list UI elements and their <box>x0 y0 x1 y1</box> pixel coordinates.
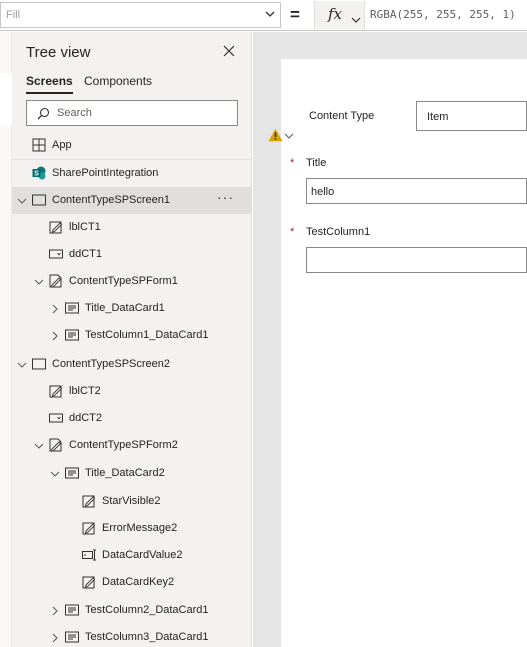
card-icon <box>65 466 79 480</box>
chevron-right-icon[interactable] <box>49 631 61 643</box>
tree-item-label: DataCardKey2 <box>102 576 175 588</box>
screen-icon <box>32 357 46 371</box>
tree-item-contenttypespscreen2[interactable]: ContentTypeSPScreen2 <box>12 351 251 378</box>
tree-item-label: Title_DataCard2 <box>85 467 165 479</box>
function-button[interactable]: fx <box>314 1 365 29</box>
app-screen[interactable] <box>281 59 527 647</box>
label-icon <box>82 575 96 589</box>
tree-item-lblct1[interactable]: lblCT1 <box>12 214 251 241</box>
tree-item-label: ddCT2 <box>69 412 103 424</box>
tree-item-datacardkey2[interactable]: DataCardKey2 <box>12 569 251 596</box>
tree-item-errormessage2[interactable]: ErrorMessage2 <box>12 515 251 542</box>
tree-item-label: lblCT2 <box>69 385 101 397</box>
tree-item-label: DataCardValue2 <box>102 549 183 561</box>
formula-input[interactable]: RGBA(255, 255, 255, 1) <box>370 8 516 21</box>
tab-screens[interactable]: Screens <box>26 74 73 94</box>
tab-components[interactable]: Components <box>84 74 152 88</box>
tree-item-ddct1[interactable]: ddCT1 <box>12 241 251 268</box>
card-icon <box>65 603 79 617</box>
chevron-right-icon[interactable] <box>49 302 61 314</box>
label-icon <box>82 521 96 535</box>
search-box[interactable] <box>26 100 238 126</box>
equals-sign: = <box>290 5 300 24</box>
tree-item-testcolumn2-datacard1[interactable]: TestColumn2_DataCard1 <box>12 597 251 624</box>
tree-item-datacardvalue2[interactable]: DataCardValue2 <box>12 542 251 569</box>
content-type-dropdown[interactable]: Item <box>416 101 527 131</box>
tree-item-label: App <box>52 139 72 151</box>
app-icon <box>32 138 46 152</box>
close-icon[interactable] <box>222 44 236 58</box>
chevron-right-icon[interactable] <box>49 329 61 341</box>
left-rail <box>0 32 12 647</box>
chevron-down-icon <box>263 7 277 26</box>
tree-item-lblct2[interactable]: lblCT2 <box>12 378 251 405</box>
tree-item-label: TestColumn2_DataCard1 <box>85 604 209 616</box>
fx-icon: fx <box>328 5 343 23</box>
tree-item-label: ErrorMessage2 <box>102 522 178 534</box>
title-input[interactable]: hello <box>306 178 527 204</box>
required-star: * <box>290 157 295 169</box>
property-value: Fill <box>6 9 21 21</box>
tree-item-sharepointintegration[interactable]: S SharePointIntegration <box>12 160 251 187</box>
chevron-down-icon[interactable] <box>49 467 61 479</box>
tree-item-contenttypespform2[interactable]: ContentTypeSPForm2 <box>12 432 251 459</box>
tree-view-pane: Tree view Screens Components App S Share… <box>12 32 252 647</box>
tree-view-title: Tree view <box>26 44 91 61</box>
warning-icon[interactable] <box>268 128 298 147</box>
chevron-down-icon[interactable] <box>16 194 28 206</box>
chevron-down-icon[interactable] <box>16 358 28 370</box>
form-icon <box>49 438 63 452</box>
tree-item-label: ContentTypeSPScreen1 <box>52 194 171 206</box>
screen-icon <box>32 193 46 207</box>
label-icon <box>49 384 63 398</box>
card-icon <box>65 328 79 342</box>
tree-item-label: StarVisible2 <box>102 495 161 507</box>
testcolumn1-input[interactable] <box>306 247 527 273</box>
tree-item-label: TestColumn3_DataCard1 <box>85 631 209 643</box>
chevron-right-icon[interactable] <box>49 604 61 616</box>
chevron-down-icon[interactable] <box>33 439 45 451</box>
label-icon <box>82 494 96 508</box>
search-input[interactable] <box>57 105 227 121</box>
title-label: Title <box>306 157 327 169</box>
testcolumn1-label: TestColumn1 <box>306 226 371 238</box>
tree-item-label: SharePointIntegration <box>52 167 159 179</box>
left-rail-band <box>0 73 12 125</box>
card-icon <box>65 301 79 315</box>
tree-item-title-datacard1[interactable]: Title_DataCard1 <box>12 295 251 322</box>
svg-text:S: S <box>34 171 39 178</box>
tree-item-title-datacard2[interactable]: Title_DataCard2 <box>12 460 251 487</box>
tree-item-label: ContentTypeSPForm2 <box>69 439 178 451</box>
tree-item-testcolumn3-datacard1[interactable]: TestColumn3_DataCard1 <box>12 624 251 647</box>
content-type-value: Item <box>427 111 449 123</box>
tree-item-app[interactable]: App <box>12 132 251 159</box>
dropdown-icon <box>49 247 63 261</box>
required-star: * <box>290 226 295 238</box>
chevron-down-icon <box>351 11 361 29</box>
tree-item-label: ContentTypeSPScreen2 <box>52 358 171 370</box>
more-options-button[interactable]: ··· <box>217 189 234 205</box>
tree-item-label: TestColumn1_DataCard1 <box>85 329 209 341</box>
dropdown-icon <box>49 411 63 425</box>
chevron-down-icon[interactable] <box>33 275 45 287</box>
tree-item-contenttypespscreen1[interactable]: ContentTypeSPScreen1 ··· <box>12 187 251 214</box>
tree-item-label: ContentTypeSPForm1 <box>69 275 178 287</box>
formula-bar: Fill = fx RGBA(255, 255, 255, 1) <box>0 0 527 31</box>
form-icon <box>49 274 63 288</box>
tree-item-label: lblCT1 <box>69 221 101 233</box>
tree-item-ddct2[interactable]: ddCT2 <box>12 405 251 432</box>
property-dropdown[interactable]: Fill <box>0 2 281 28</box>
search-icon <box>37 107 50 125</box>
tree-item-starvisible2[interactable]: StarVisible2 <box>12 488 251 515</box>
card-icon <box>65 630 79 644</box>
tree-item-label: ddCT1 <box>69 248 103 260</box>
content-type-label: Content Type <box>309 110 375 122</box>
title-value: hello <box>311 186 335 198</box>
sharepoint-icon: S <box>32 166 46 180</box>
label-icon <box>49 220 63 234</box>
tree-item-label: Title_DataCard1 <box>85 302 165 314</box>
textinput-icon <box>82 548 96 562</box>
tree-item-contenttypespform1[interactable]: ContentTypeSPForm1 <box>12 268 251 295</box>
tree-item-testcolumn1-datacard1[interactable]: TestColumn1_DataCard1 <box>12 322 251 349</box>
